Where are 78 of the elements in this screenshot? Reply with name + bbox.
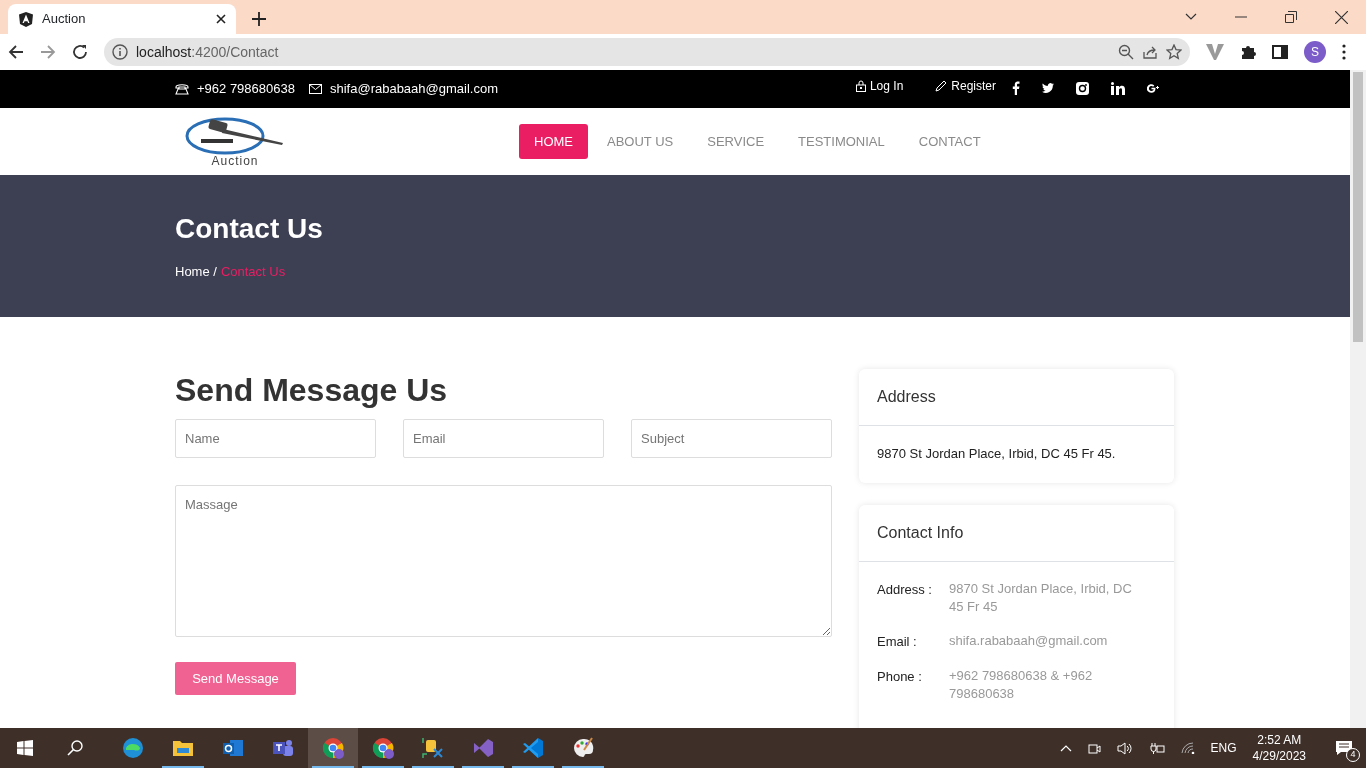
info-value: shifa.rababaah@gmail.com [949, 631, 1109, 650]
login-link[interactable]: Log In [855, 77, 904, 95]
palette-icon [572, 737, 594, 759]
share-icon[interactable] [1142, 44, 1158, 60]
register-link[interactable]: Register [935, 77, 996, 95]
code-editor-icon [522, 737, 544, 759]
nav-link[interactable]: HOME [519, 123, 588, 160]
lock-icon [855, 80, 866, 92]
camera-icon[interactable] [1076, 81, 1089, 95]
browser-tab[interactable]: Auction [8, 4, 236, 34]
address-text: 9870 St Jordan Place, Irbid, DC 45 Fr 45. [877, 445, 1117, 464]
breadcrumb-item: Contact Us [220, 262, 286, 281]
search-icon [67, 740, 83, 756]
phone-number: +962 798680638 [197, 80, 295, 99]
camera-icon[interactable] [1087, 741, 1101, 755]
info-label: Email : [877, 632, 918, 651]
language-indicator[interactable]: ENG [1210, 739, 1237, 757]
close-icon[interactable] [216, 14, 226, 24]
nav-link[interactable]: SERVICE [692, 123, 780, 160]
back-icon[interactable] [8, 44, 24, 60]
pencil-icon [935, 80, 948, 92]
chevron-down-icon[interactable] [1185, 13, 1197, 21]
facebook-icon[interactable] [1012, 81, 1020, 95]
logo[interactable]: Auction [180, 116, 290, 167]
notifications-button[interactable]: 4 [1330, 734, 1358, 762]
star-icon[interactable] [1166, 44, 1182, 60]
info-icon [112, 44, 128, 60]
info-value: +962 798680638 & +962 798680638 [949, 667, 1094, 704]
plus-icon [252, 12, 266, 26]
v-shape-icon[interactable] [1206, 44, 1224, 60]
windows-icon [17, 740, 33, 756]
telephone-icon [175, 83, 189, 95]
close-icon[interactable] [1335, 10, 1348, 24]
card-title: Contact Info [877, 522, 965, 542]
linkedin-icon[interactable] [1111, 81, 1125, 95]
tab-title: Auction [42, 10, 87, 29]
bird-icon[interactable] [1042, 83, 1054, 93]
menu-icon[interactable] [1342, 44, 1346, 60]
reload-icon[interactable] [72, 44, 88, 60]
battery-plug-icon[interactable] [1148, 741, 1165, 755]
card-title: Address [877, 387, 937, 407]
input-field[interactable]: Email [403, 419, 604, 459]
wifi-icon[interactable] [1180, 742, 1195, 754]
url-text: localhost:4200/Contact [136, 42, 280, 62]
input-field[interactable]: Name [175, 419, 376, 459]
scrollbar[interactable] [1350, 70, 1366, 728]
new-tab-button[interactable] [252, 12, 266, 26]
sidebar-icon[interactable] [1272, 45, 1288, 59]
notification-count: 4 [1346, 748, 1360, 762]
speaker-icon[interactable] [1116, 741, 1133, 755]
nav-link[interactable]: CONTACT [903, 123, 996, 160]
clock-time[interactable]: 2:52 AM [1257, 732, 1302, 748]
zoom-out-icon[interactable] [1118, 44, 1134, 60]
breadcrumb-item[interactable]: Home / [175, 261, 217, 282]
logo-text: Auction [211, 154, 259, 167]
chat-bubble-icon [1335, 740, 1353, 756]
profile-avatar[interactable]: S [1304, 41, 1326, 63]
form-title: Send Message Us [175, 371, 449, 410]
page-title: Contact Us [175, 212, 324, 246]
info-label: Phone : [877, 668, 923, 687]
shield-icon [18, 11, 34, 27]
clock-date[interactable]: 4/29/2023 [1252, 748, 1306, 764]
mail-app-icon [222, 737, 244, 759]
google-plus-icon[interactable] [1147, 83, 1160, 93]
nav-link[interactable]: TESTIMONIAL [783, 123, 900, 160]
envelope-icon [308, 84, 322, 94]
forward-icon[interactable] [40, 44, 56, 60]
input-field[interactable]: Subject [631, 419, 832, 459]
info-value: 9870 St Jordan Place, Irbid, DC 45 Fr 45 [949, 579, 1133, 616]
chat-app-icon [272, 737, 294, 759]
message-field[interactable]: Massage [175, 485, 832, 638]
address-bar[interactable]: localhost:4200/Contact [104, 38, 1190, 66]
restore-icon[interactable] [1285, 11, 1297, 23]
chevron-up-icon[interactable] [1059, 744, 1072, 752]
nav-link[interactable]: ABOUT US [592, 123, 689, 160]
puzzle-icon[interactable] [1240, 44, 1256, 60]
email-address: shifa@rababaah@gmail.com [329, 80, 498, 99]
info-label: Address : [877, 580, 933, 599]
